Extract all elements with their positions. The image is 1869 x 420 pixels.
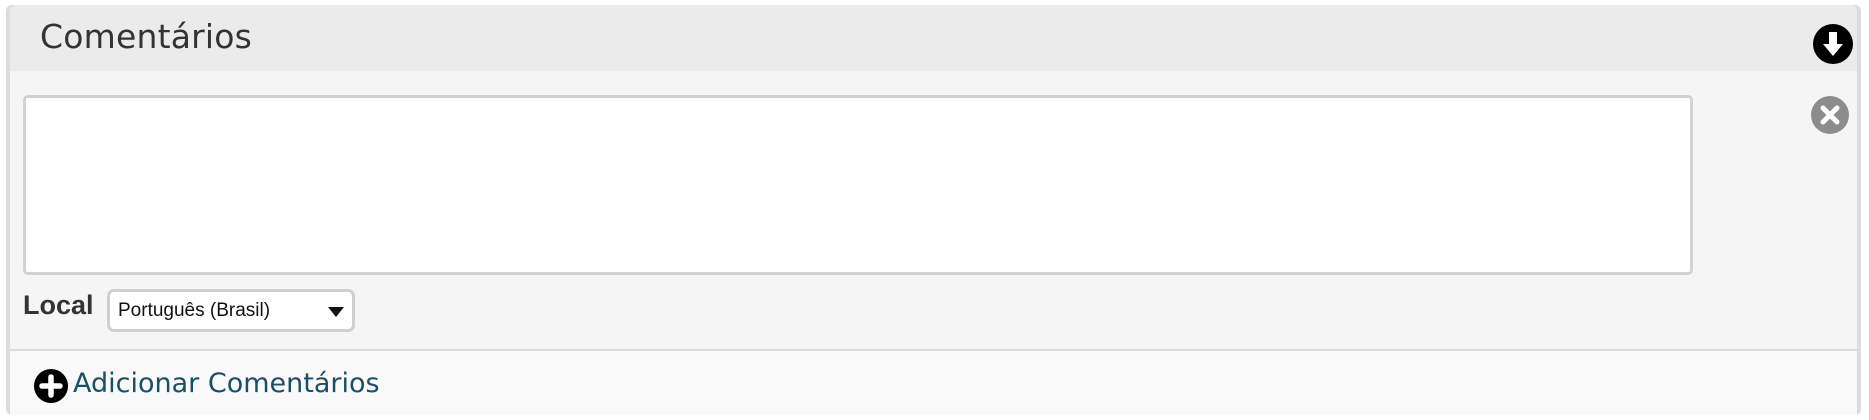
locale-selected-value: Português (Brasil) [118, 300, 271, 321]
caret-down-icon [328, 307, 344, 317]
comment-textarea[interactable] [23, 95, 1693, 275]
panel-footer: Adicionar Comentários [10, 351, 1857, 415]
add-comment-label: Adicionar Comentários [73, 368, 380, 399]
remove-comment-button[interactable] [1811, 96, 1849, 134]
plus-circle-icon [34, 369, 68, 403]
collapse-button[interactable] [1813, 24, 1853, 64]
panel-header: Comentários [10, 5, 1857, 71]
comment-entry: Local Português (Brasil) [10, 71, 1857, 349]
locale-label: Local [23, 290, 94, 320]
locale-select[interactable]: Português (Brasil) [107, 289, 355, 332]
panel-title: Comentários [40, 17, 253, 56]
close-circle-icon [1820, 105, 1840, 125]
arrow-down-circle-icon [1823, 32, 1843, 56]
comments-panel: Comentários Local Português (Brasil) Adi… [6, 5, 1861, 415]
